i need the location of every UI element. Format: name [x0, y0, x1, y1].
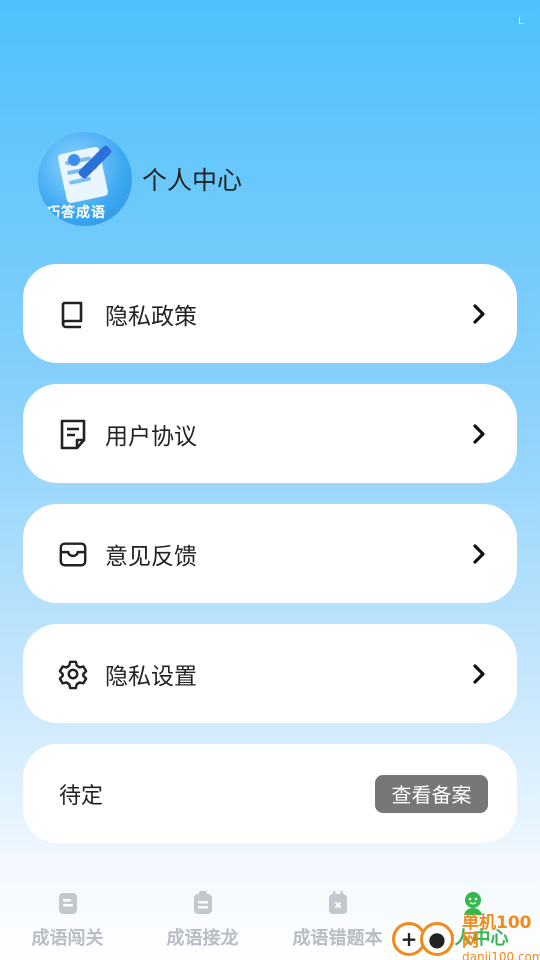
chevron-right-icon: [473, 423, 485, 444]
chevron-right-icon: [473, 543, 485, 564]
book-icon: [58, 299, 88, 329]
avatar-brand-text: 巧答成语: [46, 205, 106, 221]
calendar-x-icon: [328, 891, 347, 914]
menu-item-label: 隐私政策: [105, 303, 197, 330]
clipboard-icon: [193, 891, 212, 914]
site-watermark: + ● 单机100网 danji100.com: [392, 913, 540, 960]
avatar[interactable]: 巧答成语: [38, 132, 132, 226]
record-card: 待定 查看备案: [23, 744, 517, 843]
tab-wrong-answers[interactable]: 成语错题本: [270, 890, 405, 950]
pending-label: 待定: [59, 783, 104, 809]
menu-item-label: 意见反馈: [105, 543, 197, 570]
menu-item-feedback[interactable]: 意见反馈: [23, 504, 517, 603]
menu-item-user-agreement[interactable]: 用户协议: [23, 384, 517, 483]
menu-item-privacy-settings[interactable]: 隐私设置: [23, 624, 517, 723]
tab-label: 成语错题本: [292, 928, 383, 949]
tab-idiom-levels[interactable]: 成语闯关: [0, 890, 135, 950]
menu-item-label: 用户协议: [105, 423, 197, 450]
tab-label: 成语闯关: [31, 928, 104, 949]
watermark-en: danji100.com: [462, 949, 540, 960]
menu-item-label: 隐私设置: [105, 663, 197, 690]
profile-header: 巧答成语 个人中心: [38, 132, 242, 226]
watermark-cn: 单机100网: [462, 913, 532, 951]
clipboard-icon: [58, 893, 77, 914]
tab-idiom-chain[interactable]: 成语接龙: [135, 890, 270, 950]
view-record-button[interactable]: 查看备案: [375, 774, 488, 813]
menu-item-privacy-policy[interactable]: 隐私政策: [23, 264, 517, 363]
chevron-right-icon: [473, 663, 485, 684]
document-icon: [58, 419, 88, 449]
watermark-logo: + ●: [392, 922, 454, 957]
tab-label: 成语接龙: [166, 928, 239, 949]
gear-icon: [58, 659, 88, 689]
chevron-right-icon: [473, 303, 485, 324]
page-title: 个人中心: [142, 166, 243, 195]
status-indicator: L: [518, 16, 524, 27]
inbox-icon: [58, 539, 88, 569]
